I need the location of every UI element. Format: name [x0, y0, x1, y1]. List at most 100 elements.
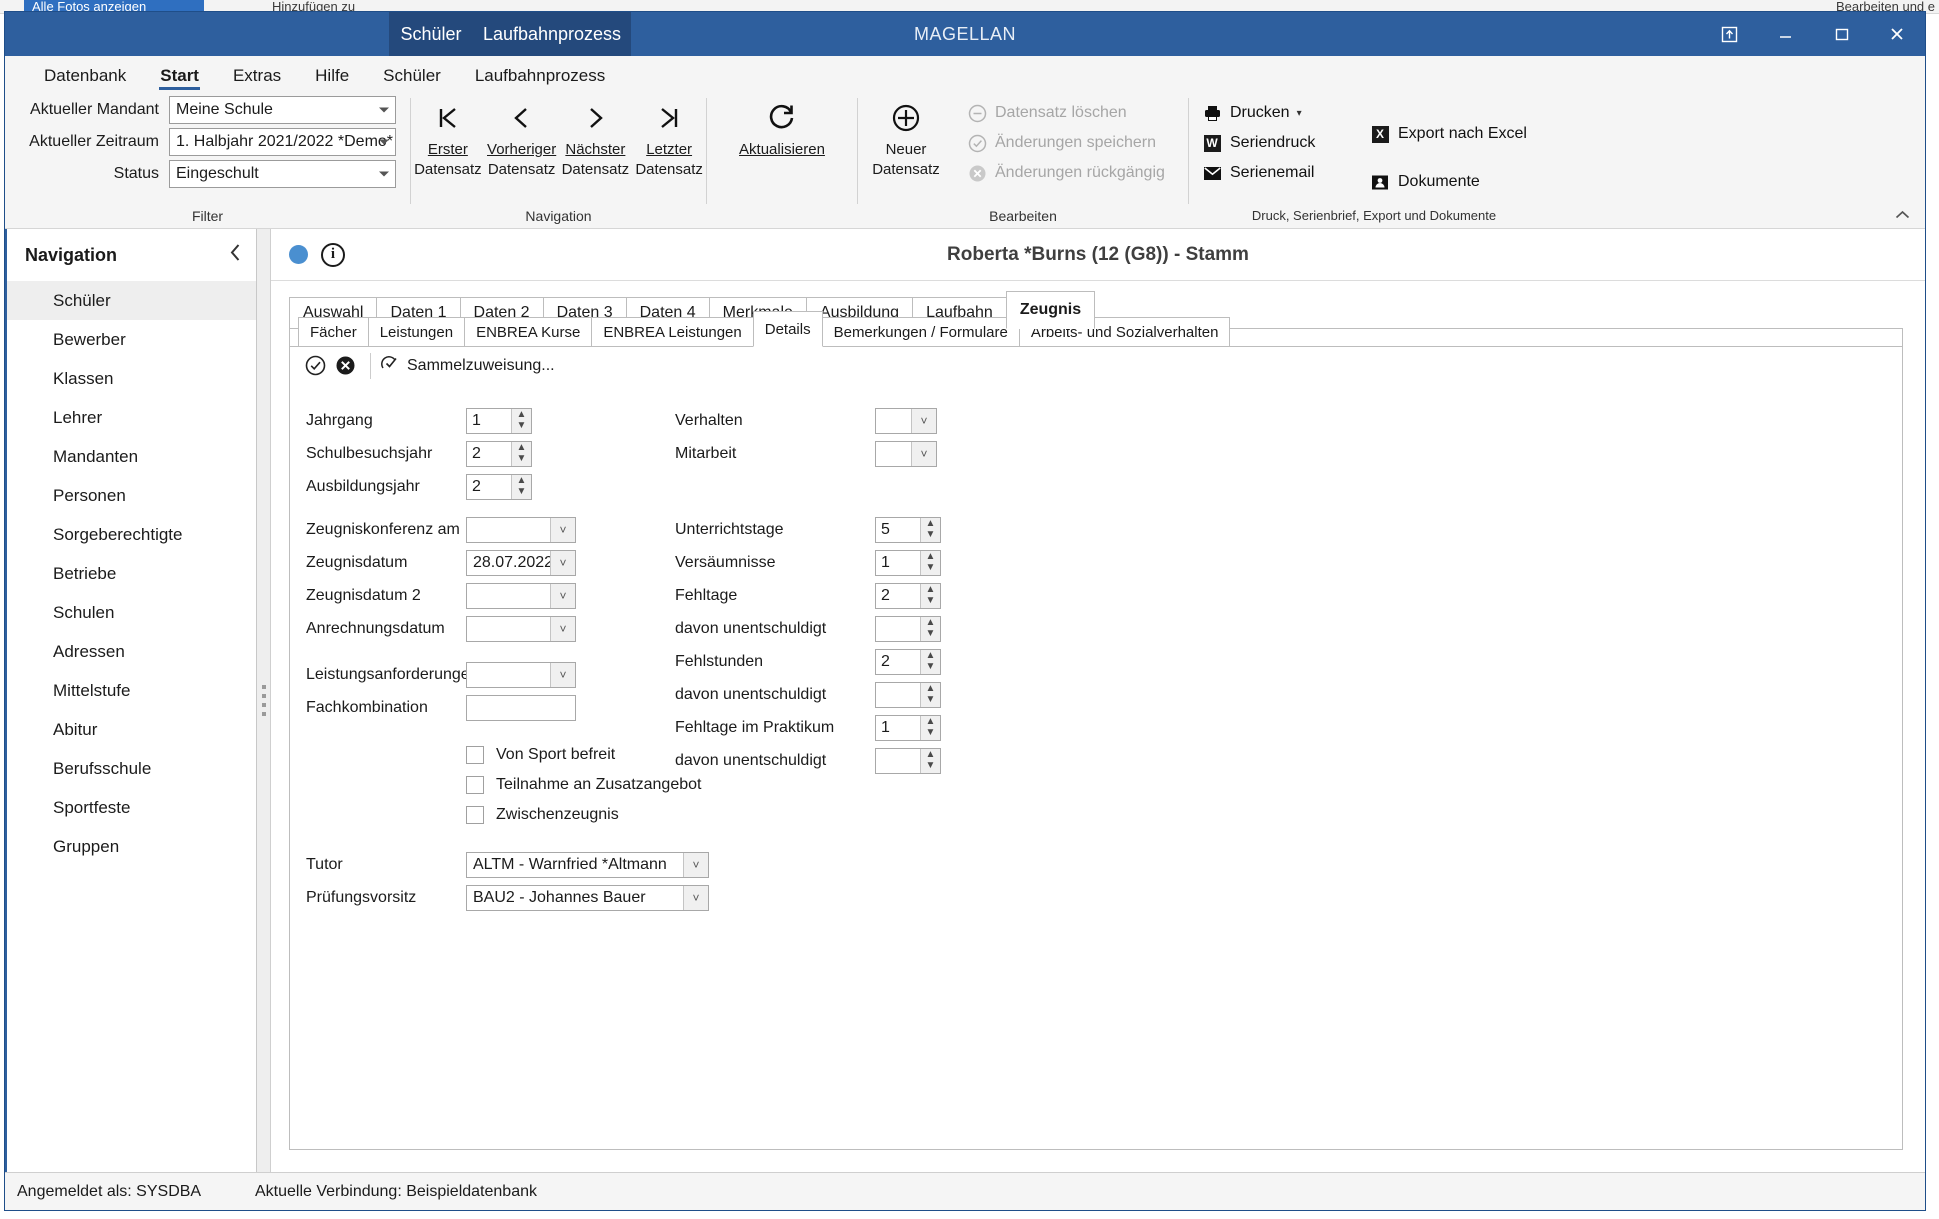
tutor-select[interactable]: ALTM - Warnfried *Altmann ˅ [466, 852, 709, 878]
checkbox-von-sport-befreit[interactable]: Von Sport befreit [466, 746, 615, 764]
spinner-arrows-icon[interactable]: ▲ ▼ [920, 650, 940, 674]
sidebar-item-betriebe[interactable]: Betriebe [7, 554, 256, 593]
menu-item-laufbahnprozess[interactable]: Laufbahnprozess [458, 66, 622, 90]
accept-icon[interactable] [300, 351, 330, 381]
zeitraum-combo[interactable]: 1. Halbjahr 2021/2022 *Demo* [169, 128, 396, 156]
chevron-down-icon[interactable]: ˅ [550, 551, 575, 575]
fehlstunden-unentschuldigt-spinner[interactable]: ▲ ▼ [875, 682, 941, 708]
export-excel-button[interactable]: X Export nach Excel [1367, 110, 1527, 158]
sidebar-item-berufsschule[interactable]: Berufsschule [7, 749, 256, 788]
fehltage-praktikum-spinner[interactable]: 1 ▲ ▼ [875, 715, 941, 741]
fehltage-unentschuldigt-spinner[interactable]: ▲ ▼ [875, 616, 941, 642]
spinner-arrows-icon[interactable]: ▲ ▼ [920, 617, 940, 641]
unterrichtstage-spinner[interactable]: 5 ▲ ▼ [875, 517, 941, 543]
sidebar-item-mittelstufe[interactable]: Mittelstufe [7, 671, 256, 710]
menu-item-hilfe[interactable]: Hilfe [298, 66, 366, 90]
chevron-down-icon[interactable]: ˅ [550, 617, 575, 641]
tab-enbrea-leistungen[interactable]: ENBREA Leistungen [591, 317, 754, 347]
spinner-arrows-icon[interactable]: ▲ ▼ [511, 475, 531, 499]
undo-changes-button[interactable]: Änderungen rückgängig [964, 158, 1165, 188]
checkbox-zwischenzeugnis[interactable]: Zwischenzeugnis [466, 806, 619, 824]
sidebar-splitter[interactable] [257, 229, 271, 1172]
status-combo[interactable]: Eingeschult [169, 160, 396, 188]
new-record-button[interactable]: Neuer Datensatz [858, 96, 954, 180]
tab-bemerkungen-formulare[interactable]: Bemerkungen / Formulare [821, 317, 1020, 347]
chevron-down-icon[interactable]: ˅ [911, 442, 936, 466]
chevron-down-icon[interactable]: ˅ [683, 853, 708, 877]
schulbesuchsjahr-spinner[interactable]: 2 ▲ ▼ [466, 441, 532, 467]
menu-item-schueler[interactable]: Schüler [366, 66, 458, 90]
sidebar-item-gruppen[interactable]: Gruppen [7, 827, 256, 866]
chevron-down-icon[interactable]: ▾ [1297, 108, 1302, 119]
leistungsanforderungen-select[interactable]: ˅ [466, 662, 576, 688]
tab-zeugnis[interactable]: Zeugnis [1005, 291, 1096, 329]
chevron-up-icon[interactable] [1889, 204, 1915, 226]
sidebar-item-schueler[interactable]: Schüler [7, 281, 256, 320]
zeugniskonferenz-datepicker[interactable]: ˅ [466, 517, 576, 543]
mandant-combo[interactable]: Meine Schule [169, 96, 396, 124]
restore-down-icon[interactable] [1701, 12, 1757, 56]
menu-item-datenbank[interactable]: Datenbank [27, 66, 143, 90]
spinner-arrows-icon[interactable]: ▲ ▼ [920, 551, 940, 575]
cancel-icon[interactable] [330, 351, 360, 381]
tab-details[interactable]: Details [752, 311, 823, 347]
save-changes-button[interactable]: Änderungen speichern [964, 128, 1165, 158]
maximize-icon[interactable] [1813, 12, 1869, 56]
previous-record-button[interactable]: Vorheriger Datensatz [485, 96, 559, 180]
chevron-down-icon[interactable]: ˅ [550, 518, 575, 542]
praktikum-unentschuldigt-spinner[interactable]: ▲ ▼ [875, 748, 941, 774]
delete-record-button[interactable]: Datensatz löschen [964, 98, 1165, 128]
info-icon[interactable]: i [321, 242, 345, 267]
next-record-button[interactable]: Nächster Datensatz [559, 96, 633, 180]
spinner-arrows-icon[interactable]: ▲ ▼ [920, 584, 940, 608]
sidebar-item-sportfeste[interactable]: Sportfeste [7, 788, 256, 827]
spinner-arrows-icon[interactable]: ▲ ▼ [511, 442, 531, 466]
tab-enbrea-kurse[interactable]: ENBREA Kurse [464, 317, 593, 347]
last-record-button[interactable]: Letzter Datensatz [632, 96, 706, 180]
ausbildungsjahr-spinner[interactable]: 2 ▲ ▼ [466, 474, 532, 500]
spinner-arrows-icon[interactable]: ▲ ▼ [920, 683, 940, 707]
sidebar-item-klassen[interactable]: Klassen [7, 359, 256, 398]
sidebar-item-abitur[interactable]: Abitur [7, 710, 256, 749]
serial-email-button[interactable]: Serienemail [1199, 158, 1344, 188]
sidebar-item-lehrer[interactable]: Lehrer [7, 398, 256, 437]
zeugnisdatum-datepicker[interactable]: 28.07.2022 ˅ [466, 550, 576, 576]
sidebar-item-schulen[interactable]: Schulen [7, 593, 256, 632]
fehlstunden-spinner[interactable]: 2 ▲ ▼ [875, 649, 941, 675]
sidebar-item-adressen[interactable]: Adressen [7, 632, 256, 671]
mail-merge-button[interactable]: W Seriendruck [1199, 128, 1344, 158]
tab-faecher[interactable]: Fächer [298, 317, 369, 347]
fachkombination-input[interactable] [466, 695, 576, 721]
checkbox-icon[interactable] [466, 746, 484, 764]
menu-item-start[interactable]: Start [143, 66, 216, 90]
anrechnungsdatum-datepicker[interactable]: ˅ [466, 616, 576, 642]
minimize-icon[interactable] [1757, 12, 1813, 56]
spinner-arrows-icon[interactable]: ▲ ▼ [920, 716, 940, 740]
sidebar-item-personen[interactable]: Personen [7, 476, 256, 515]
checkbox-teilnahme-zusatzangebot[interactable]: Teilnahme an Zusatzangebot [466, 776, 701, 794]
refresh-button[interactable]: Aktualisieren [712, 96, 852, 160]
chevron-down-icon[interactable]: ˅ [683, 886, 708, 910]
sidebar-item-sorgeberechtigte[interactable]: Sorgeberechtigte [7, 515, 256, 554]
content-scrollbar[interactable] [1919, 281, 1925, 1172]
title-tab-laufbahnprozess[interactable]: Laufbahnprozess [473, 12, 631, 56]
checkbox-icon[interactable] [466, 806, 484, 824]
close-icon[interactable] [1869, 12, 1925, 56]
chevron-left-icon[interactable] [229, 243, 242, 268]
chevron-down-icon[interactable]: ˅ [550, 663, 575, 687]
spinner-arrows-icon[interactable]: ▲ ▼ [920, 749, 940, 773]
sidebar-item-bewerber[interactable]: Bewerber [7, 320, 256, 359]
mitarbeit-select[interactable]: ˅ [875, 441, 937, 467]
tab-leistungen[interactable]: Leistungen [367, 317, 466, 347]
menu-item-extras[interactable]: Extras [216, 66, 298, 90]
chevron-down-icon[interactable]: ˅ [550, 584, 575, 608]
versaeumnisse-spinner[interactable]: 1 ▲ ▼ [875, 550, 941, 576]
zeugnisdatum-2-datepicker[interactable]: ˅ [466, 583, 576, 609]
print-button[interactable]: Drucken ▾ [1199, 98, 1344, 128]
spinner-arrows-icon[interactable]: ▲ ▼ [920, 518, 940, 542]
fehltage-spinner[interactable]: 2 ▲ ▼ [875, 583, 941, 609]
documents-button[interactable]: Dokumente [1367, 158, 1527, 206]
pruefungsvorsitz-select[interactable]: BAU2 - Johannes Bauer ˅ [466, 885, 709, 911]
jahrgang-spinner[interactable]: 1 ▲ ▼ [466, 408, 532, 434]
verhalten-select[interactable]: ˅ [875, 408, 937, 434]
